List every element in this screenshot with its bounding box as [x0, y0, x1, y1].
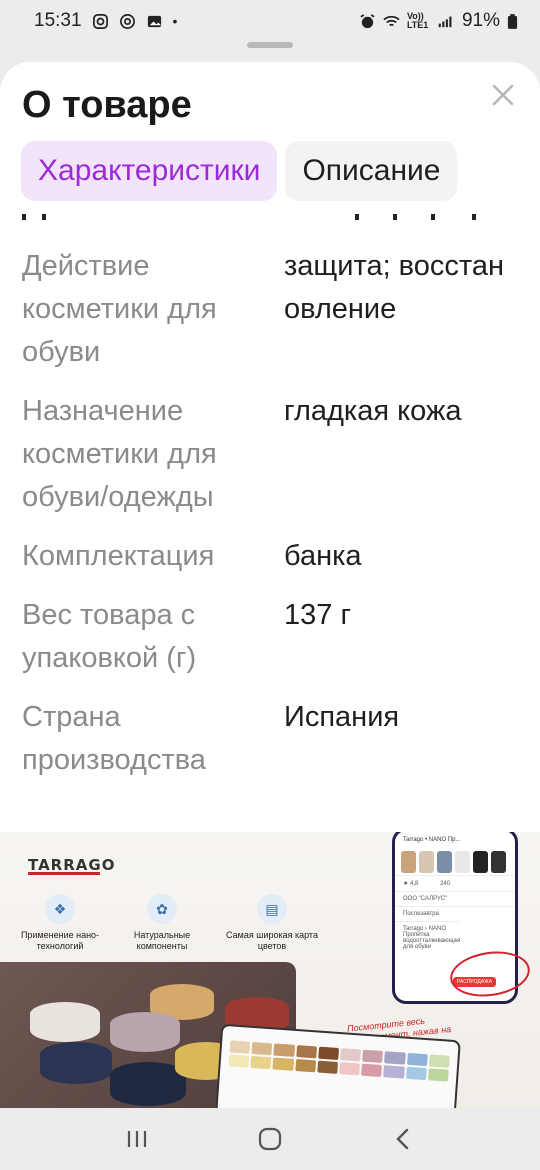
feature-text: Самая широкая карта цветов [226, 930, 318, 951]
phone-rating-row: ★ 4,8 240 [395, 875, 515, 891]
tab-description[interactable]: Описание [285, 141, 458, 201]
spec-value: защита; восстановление [284, 250, 504, 325]
phone-delivery: Послезавтра [395, 906, 515, 921]
gallery-icon [147, 15, 161, 27]
back-button[interactable] [383, 1119, 423, 1159]
spec-row: Действие косметики для обуви защита; вос… [22, 245, 522, 374]
spec-row: Страна производства Испания [22, 696, 522, 782]
scrolled-text-fragment [0, 214, 540, 222]
alarm-icon [360, 13, 375, 28]
tab-characteristics[interactable]: Характеристики [21, 141, 278, 201]
promo-banner-image[interactable]: TARRAGO ❖ Применение нано-технологий ✿ Н… [0, 832, 540, 1108]
phone-questions: 240 [440, 881, 451, 887]
phone-seller: ООО "САЛРУС" [395, 891, 515, 906]
spec-label: Комплектация [22, 540, 215, 572]
cream-jar [40, 1042, 112, 1084]
status-bar: 15:31 • Vo)) LTE1 91% [0, 0, 540, 42]
product-info-sheet: О товаре Характеристики Описание Действи… [0, 62, 540, 1108]
instagram-icon [92, 13, 108, 29]
battery-percent: 91% [461, 10, 500, 31]
spec-row: Комплектация банка [22, 535, 522, 578]
nano-icon: ❖ [45, 894, 75, 924]
sheet-drag-handle[interactable] [247, 42, 293, 48]
signal-icon [438, 16, 452, 27]
spec-row: Вес товара с упаковкой (г) 137 г [22, 594, 522, 680]
spec-row: Назначение косметики для обуви/одежды гл… [22, 390, 522, 519]
molecule-icon: ✿ [147, 894, 177, 924]
sheet-title: О товаре [22, 84, 192, 126]
battery-icon [507, 13, 518, 29]
recent-apps-button[interactable] [117, 1119, 157, 1159]
brand-logo-bar [28, 872, 100, 875]
wifi-icon [383, 15, 400, 26]
spec-value: 137 г [284, 599, 352, 631]
network-label: Vo)) LTE1 [406, 11, 429, 30]
spec-label: Действие косметики для обуви [22, 250, 217, 368]
feature-text: Натуральные компоненты [133, 930, 191, 951]
spec-value: гладкая кожа [284, 395, 462, 427]
phone-product-swatches [395, 849, 515, 875]
system-navigation-bar [0, 1108, 540, 1170]
at-sign-icon [119, 13, 135, 29]
color-palette-icon: ▤ [257, 894, 287, 924]
phone-item: Tarrago › NANO Пропитка водоотталкивающа… [395, 921, 460, 954]
feature-text: Применение нано-технологий [20, 930, 100, 951]
feature-colors: ▤ Самая широкая карта цветов [222, 894, 322, 952]
home-icon [258, 1127, 282, 1151]
spec-label: Вес товара с упаковкой (г) [22, 599, 197, 674]
notification-dot-icon: • [172, 13, 178, 29]
spec-value: Испания [284, 701, 400, 733]
close-icon[interactable] [488, 80, 518, 110]
brush-image [30, 1002, 100, 1042]
back-icon [396, 1128, 409, 1150]
spec-label: Назначение косметики для обуви/одежды [22, 395, 217, 513]
recent-apps-icon [127, 1131, 146, 1147]
tabs: Характеристики Описание [21, 141, 458, 201]
feature-natural: ✿ Натуральные компоненты [112, 894, 212, 952]
home-button[interactable] [250, 1119, 290, 1159]
spec-value: банка [284, 540, 362, 572]
cream-jar [110, 1012, 180, 1052]
phone-header: Tarrago • NANO Пр... [403, 837, 461, 843]
feature-nano: ❖ Применение нано-технологий [10, 894, 110, 952]
status-time: 15:31 [34, 10, 82, 31]
specs-table: Действие косметики для обуви защита; вос… [22, 245, 522, 798]
spec-label: Страна производства [22, 701, 206, 776]
phone-rating: 4,8 [410, 881, 419, 887]
